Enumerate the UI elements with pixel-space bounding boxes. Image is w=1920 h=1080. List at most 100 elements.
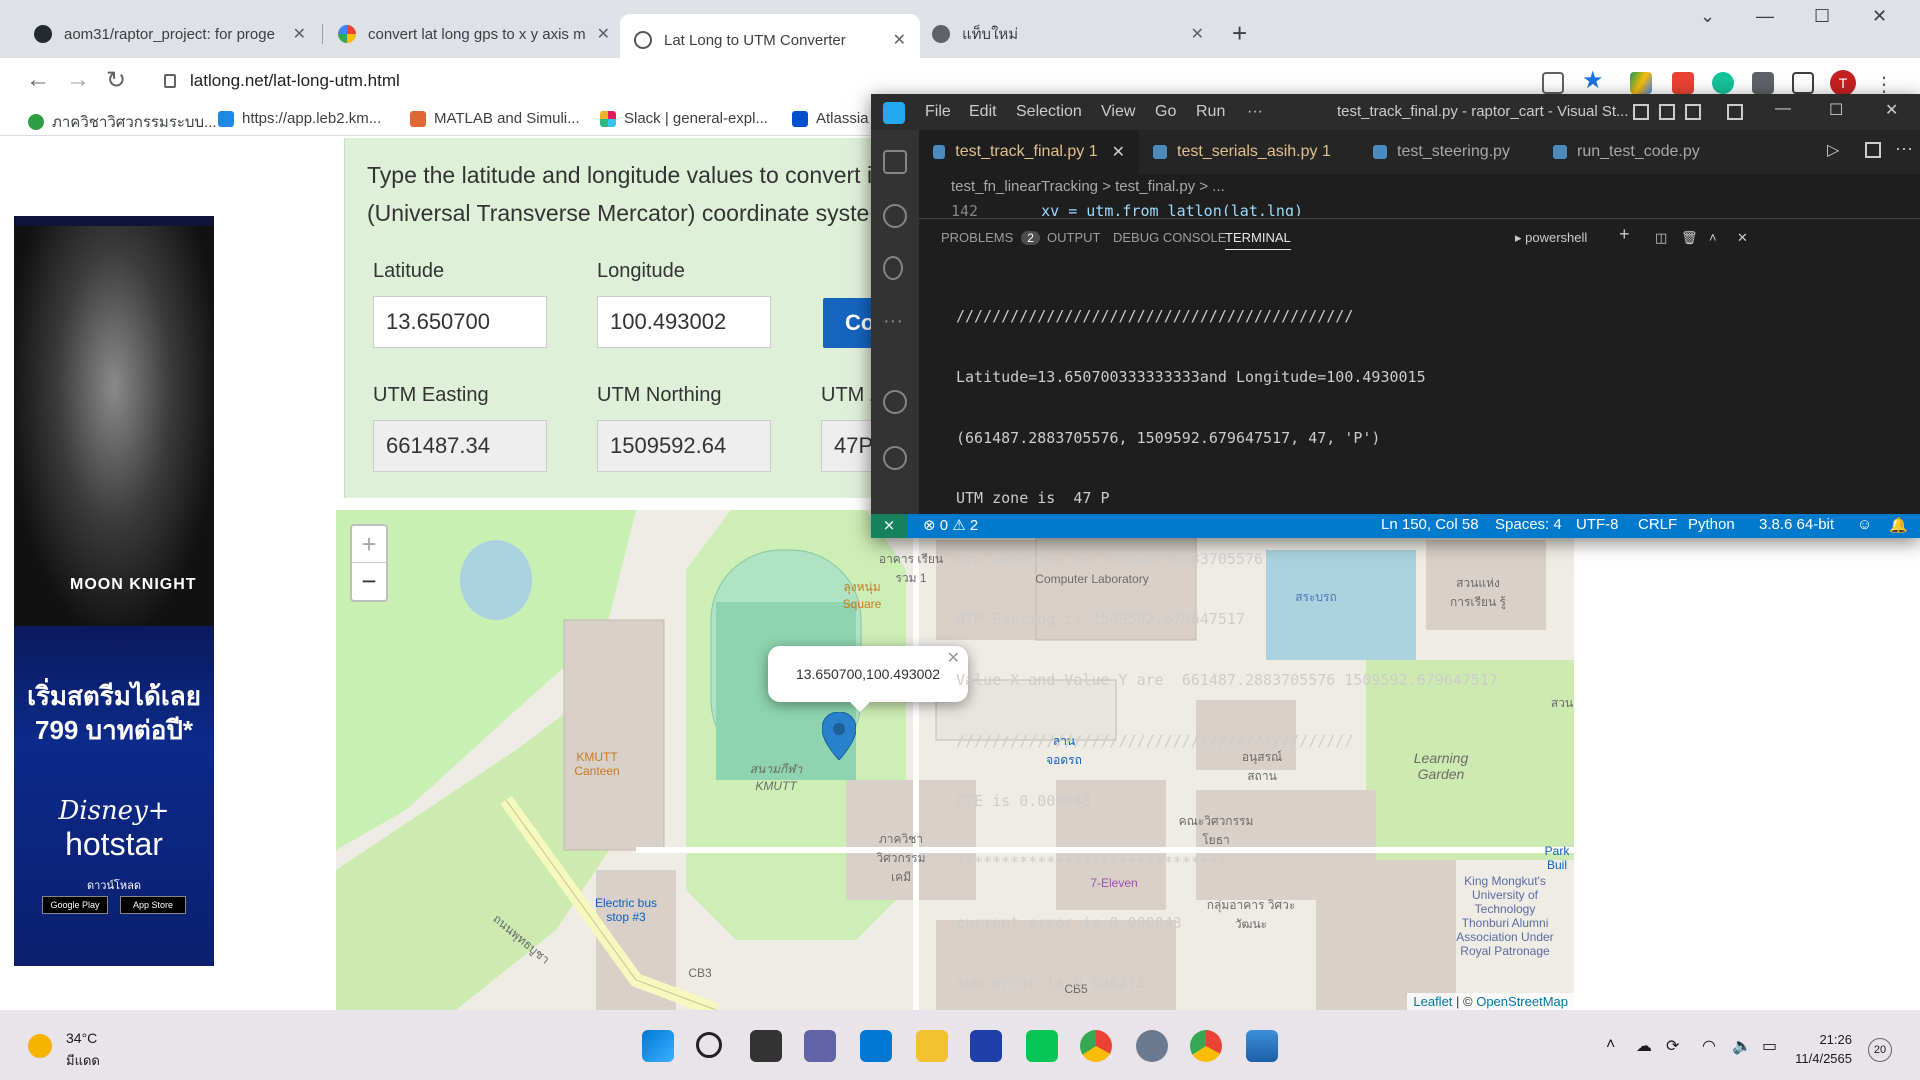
grammarly-icon[interactable] (1712, 72, 1734, 94)
bookmark-item[interactable]: https://app.leb2.km... (218, 110, 381, 127)
matlab-taskbar-icon[interactable] (970, 1030, 1002, 1062)
account-icon[interactable] (883, 390, 907, 414)
teams-icon[interactable] (804, 1030, 836, 1062)
menu-file[interactable]: File (925, 103, 951, 121)
bookmark-star-icon[interactable]: ★ (1582, 66, 1604, 94)
close-panel-icon[interactable]: ✕ (1737, 230, 1748, 246)
bookmark-item[interactable]: Atlassia (792, 110, 869, 127)
settings-taskbar-icon[interactable] (1136, 1030, 1168, 1062)
notification-badge[interactable]: 20 (1868, 1038, 1892, 1062)
python-interpreter[interactable]: 3.8.6 64-bit (1759, 516, 1834, 533)
latitude-input[interactable]: 13.650700 (373, 296, 547, 348)
close-tab-icon[interactable]: ✕ (293, 24, 306, 44)
longitude-input[interactable]: 100.493002 (597, 296, 771, 348)
photos-icon[interactable] (1246, 1030, 1278, 1062)
tab-debug-console[interactable]: DEBUG CONSOLE (1113, 230, 1226, 245)
vscode-taskbar-icon[interactable] (860, 1030, 892, 1062)
terminal-output[interactable]: ////////////////////////////////////////… (956, 266, 1896, 1034)
source-control-icon[interactable] (883, 256, 903, 280)
extension-icon[interactable] (1672, 72, 1694, 94)
eol-status[interactable]: CRLF (1638, 516, 1677, 533)
menu-go[interactable]: Go (1155, 103, 1176, 121)
problems-status[interactable]: ⊗ 0 ⚠ 2 (923, 516, 978, 534)
minimize-button[interactable]: — (1775, 100, 1791, 118)
close-tab-icon[interactable]: ✕ (1191, 24, 1204, 44)
task-view-icon[interactable] (750, 1030, 782, 1062)
close-tab-icon[interactable]: ✕ (597, 24, 610, 44)
tab-terminal[interactable]: TERMINAL (1225, 230, 1291, 250)
close-tab-icon[interactable]: ✕ (893, 30, 906, 50)
close-window-button[interactable]: ✕ (1872, 6, 1887, 27)
zoom-out-button[interactable]: − (352, 563, 386, 600)
search-icon[interactable] (696, 1032, 722, 1058)
code-editor[interactable]: 142 xv = utm.from_latlon(lat,lng) (951, 202, 1920, 216)
forward-button[interactable]: → (66, 66, 90, 94)
chrome-taskbar-icon[interactable] (1080, 1030, 1112, 1062)
split-editor-icon[interactable] (1865, 142, 1881, 158)
line-icon[interactable] (1026, 1030, 1058, 1062)
layout-sidebar-icon[interactable] (1633, 104, 1649, 120)
app-store-badge[interactable]: App Store (120, 896, 186, 914)
trash-icon[interactable]: 🗑 (1681, 230, 1698, 246)
sun-icon[interactable] (28, 1034, 52, 1058)
battery-icon[interactable]: ▭ (1762, 1036, 1777, 1056)
bookmark-item[interactable]: MATLAB and Simuli... (410, 110, 580, 127)
zoom-in-button[interactable]: + (352, 526, 386, 563)
reload-button[interactable]: ↻ (106, 66, 126, 95)
menu-view[interactable]: View (1101, 103, 1135, 121)
more-icon[interactable]: ··· (883, 310, 907, 334)
menu-edit[interactable]: Edit (969, 103, 997, 121)
new-tab-button[interactable]: + (1232, 18, 1247, 49)
profile-avatar[interactable]: T (1830, 70, 1856, 96)
run-file-icon[interactable]: ▷ (1827, 140, 1839, 160)
bookmark-item[interactable]: Slack | general-expl... (600, 110, 768, 127)
close-button[interactable]: ✕ (1885, 100, 1898, 120)
system-clock[interactable]: 21:26 11/4/2565 (1788, 1030, 1852, 1068)
maximize-button[interactable]: ☐ (1814, 6, 1830, 27)
minimize-button[interactable]: — (1756, 6, 1774, 27)
menu-run[interactable]: Run (1196, 103, 1225, 121)
wifi-icon[interactable]: ◠ (1702, 1036, 1716, 1056)
tab-github[interactable]: aom31/raptor_project: for proge ✕ (20, 14, 320, 54)
maximize-button[interactable]: ☐ (1829, 100, 1843, 120)
tab-search-icon[interactable]: ⌄ (1700, 6, 1715, 27)
customize-layout-icon[interactable] (1727, 104, 1743, 120)
side-panel-icon[interactable] (1792, 72, 1814, 94)
start-button[interactable] (642, 1030, 674, 1062)
google-play-badge[interactable]: Google Play (42, 896, 108, 914)
file-explorer-icon[interactable] (916, 1030, 948, 1062)
cursor-position[interactable]: Ln 150, Col 58 (1381, 516, 1479, 533)
notifications-bell-icon[interactable]: 🔔 (1889, 516, 1908, 534)
tab-test-steering[interactable]: test_steering.py (1359, 130, 1539, 174)
bookmark-item[interactable]: ภาควิชาวิศวกรรมระบบ... (28, 110, 216, 134)
tab-new-tab[interactable]: แท็บใหม่ ✕ (918, 14, 1218, 54)
split-terminal-icon[interactable]: ◫ (1655, 230, 1667, 246)
explorer-icon[interactable] (883, 150, 907, 174)
close-tab-icon[interactable]: ✕ (1112, 142, 1125, 162)
share-icon[interactable] (1542, 72, 1564, 94)
indentation-status[interactable]: Spaces: 4 (1495, 516, 1562, 533)
tab-run-test-code[interactable]: run_test_code.py (1539, 130, 1719, 174)
back-button[interactable]: ← (26, 66, 50, 94)
menu-more[interactable]: ··· (1247, 103, 1263, 121)
easting-output[interactable]: 661487.34 (373, 420, 547, 472)
layout-panel-icon[interactable] (1659, 104, 1675, 120)
volume-icon[interactable]: 🔈 (1732, 1036, 1752, 1056)
google-drive-icon[interactable] (1630, 72, 1652, 94)
weather-condition[interactable]: มีแดด (66, 1050, 100, 1071)
chrome-profile-taskbar-icon[interactable] (1190, 1030, 1222, 1062)
feedback-icon[interactable]: ☺ (1857, 516, 1872, 533)
terminal-shell-selector[interactable]: ▸ powershell (1515, 230, 1587, 246)
maximize-panel-icon[interactable]: ˄ (1709, 230, 1717, 245)
layout-secondary-icon[interactable] (1685, 104, 1701, 120)
tab-problems[interactable]: PROBLEMS 2 (941, 230, 1040, 245)
extensions-puzzle-icon[interactable] (1752, 72, 1774, 94)
remote-icon[interactable]: ⨯ (871, 514, 907, 538)
onedrive-icon[interactable]: ☁ (1636, 1036, 1652, 1056)
tab-google-search[interactable]: convert lat long gps to x y axis m ✕ (324, 14, 624, 54)
search-icon[interactable] (883, 204, 907, 228)
menu-selection[interactable]: Selection (1016, 103, 1082, 121)
tab-output[interactable]: OUTPUT (1047, 230, 1100, 245)
weather-temperature[interactable]: 34°C (66, 1030, 97, 1046)
menu-kebab-icon[interactable]: ⋮ (1874, 72, 1896, 96)
